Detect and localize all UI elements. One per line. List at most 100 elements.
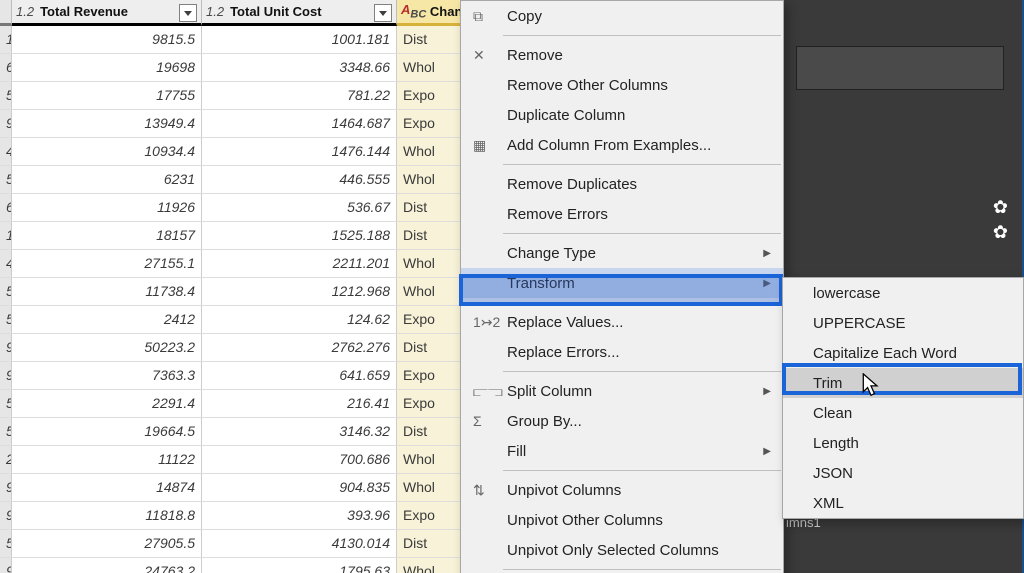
table-row[interactable]: 913949.41464.687Expo <box>0 110 461 138</box>
cell-total-unit-cost[interactable]: 1525.188 <box>202 222 397 249</box>
cell-total-unit-cost[interactable]: 904.835 <box>202 474 397 501</box>
cell-total-revenue[interactable]: 17755 <box>12 82 202 109</box>
cell-total-revenue[interactable]: 2291.4 <box>12 390 202 417</box>
submenu-lowercase[interactable]: lowercase <box>783 278 1023 308</box>
cell-channel[interactable]: Expo <box>397 110 461 137</box>
cell-channel[interactable]: Dist <box>397 222 461 249</box>
table-row[interactable]: 6196983348.66Whol <box>0 54 461 82</box>
menu-unpivot-columns[interactable]: ⇅Unpivot Columns <box>461 475 783 505</box>
filter-dropdown-icon[interactable] <box>374 4 392 22</box>
cell-total-unit-cost[interactable]: 536.67 <box>202 194 397 221</box>
table-row[interactable]: 950223.22762.276Dist <box>0 334 461 362</box>
menu-remove-errors[interactable]: Remove Errors <box>461 199 783 229</box>
cell-total-revenue[interactable]: 11818.8 <box>12 502 202 529</box>
cell-total-unit-cost[interactable]: 393.96 <box>202 502 397 529</box>
menu-remove[interactable]: ✕Remove <box>461 40 783 70</box>
cell-channel[interactable]: Dist <box>397 530 461 557</box>
table-row[interactable]: 19815.51001.181Dist <box>0 26 461 54</box>
cell-channel[interactable]: Dist <box>397 334 461 361</box>
cell-channel[interactable]: Expo <box>397 362 461 389</box>
table-row[interactable]: 914874904.835Whol <box>0 474 461 502</box>
cell-channel[interactable]: Whol <box>397 54 461 81</box>
menu-copy[interactable]: ⧉Copy <box>461 1 783 31</box>
table-row[interactable]: 611926536.67Dist <box>0 194 461 222</box>
cell-total-unit-cost[interactable]: 2211.201 <box>202 250 397 277</box>
cell-channel[interactable]: Dist <box>397 194 461 221</box>
cell-total-unit-cost[interactable]: 641.659 <box>202 362 397 389</box>
table-row[interactable]: 517755781.22Expo <box>0 82 461 110</box>
cell-channel[interactable]: Whol <box>397 558 461 573</box>
cell-total-revenue[interactable]: 11926 <box>12 194 202 221</box>
table-row[interactable]: 1181571525.188Dist <box>0 222 461 250</box>
cell-channel[interactable]: Dist <box>397 418 461 445</box>
cell-total-unit-cost[interactable]: 2762.276 <box>202 334 397 361</box>
cell-total-unit-cost[interactable]: 781.22 <box>202 82 397 109</box>
cell-total-unit-cost[interactable]: 3146.32 <box>202 418 397 445</box>
cell-total-revenue[interactable]: 27155.1 <box>12 250 202 277</box>
cell-channel[interactable]: Expo <box>397 502 461 529</box>
cell-total-revenue[interactable]: 27905.5 <box>12 530 202 557</box>
cell-channel[interactable]: Whol <box>397 446 461 473</box>
table-row[interactable]: 52291.4216.41Expo <box>0 390 461 418</box>
submenu-xml[interactable]: XML <box>783 488 1023 518</box>
column-header-channel[interactable]: ABC Chan <box>397 0 461 26</box>
submenu-trim[interactable]: Trim <box>783 368 1023 398</box>
table-row[interactable]: 52412124.62Expo <box>0 306 461 334</box>
cell-channel[interactable]: Whol <box>397 138 461 165</box>
cell-total-unit-cost[interactable]: 124.62 <box>202 306 397 333</box>
filter-dropdown-icon[interactable] <box>179 4 197 22</box>
cell-channel[interactable]: Expo <box>397 306 461 333</box>
menu-remove-duplicates[interactable]: Remove Duplicates <box>461 169 783 199</box>
menu-replace-errors[interactable]: Replace Errors... <box>461 337 783 367</box>
cell-total-revenue[interactable]: 10934.4 <box>12 138 202 165</box>
cell-total-revenue[interactable]: 6231 <box>12 166 202 193</box>
column-header-total-unit-cost[interactable]: 1.2 Total Unit Cost <box>202 0 397 26</box>
menu-duplicate-column[interactable]: Duplicate Column <box>461 100 783 130</box>
cell-total-revenue[interactable]: 19698 <box>12 54 202 81</box>
table-row[interactable]: 519664.53146.32Dist <box>0 418 461 446</box>
submenu-uppercase[interactable]: UPPERCASE <box>783 308 1023 338</box>
gear-icon[interactable]: ✿ <box>993 222 1008 243</box>
cell-total-revenue[interactable]: 7363.3 <box>12 362 202 389</box>
cell-total-revenue[interactable]: 2412 <box>12 306 202 333</box>
menu-remove-other-columns[interactable]: Remove Other Columns <box>461 70 783 100</box>
cell-total-unit-cost[interactable]: 1464.687 <box>202 110 397 137</box>
menu-split-column[interactable]: ⫍⫎Split Column <box>461 376 783 406</box>
menu-add-column-from-examples[interactable]: ▦Add Column From Examples... <box>461 130 783 160</box>
submenu-capitalize-each-word[interactable]: Capitalize Each Word <box>783 338 1023 368</box>
cell-total-unit-cost[interactable]: 3348.66 <box>202 54 397 81</box>
cell-total-revenue[interactable]: 11738.4 <box>12 278 202 305</box>
cell-channel[interactable]: Expo <box>397 390 461 417</box>
submenu-length[interactable]: Length <box>783 428 1023 458</box>
table-row[interactable]: 911818.8393.96Expo <box>0 502 461 530</box>
menu-fill[interactable]: Fill <box>461 436 783 466</box>
cell-channel[interactable]: Whol <box>397 278 461 305</box>
table-row[interactable]: 56231446.555Whol <box>0 166 461 194</box>
menu-transform[interactable]: Transform <box>461 268 783 298</box>
menu-change-type[interactable]: Change Type <box>461 238 783 268</box>
cell-channel[interactable]: Whol <box>397 166 461 193</box>
cell-total-unit-cost[interactable]: 1476.144 <box>202 138 397 165</box>
cell-total-revenue[interactable]: 13949.4 <box>12 110 202 137</box>
cell-total-revenue[interactable]: 50223.2 <box>12 334 202 361</box>
column-header-total-revenue[interactable]: 1.2 Total Revenue <box>12 0 202 26</box>
table-row[interactable]: 527905.54130.014Dist <box>0 530 461 558</box>
cell-total-unit-cost[interactable]: 4130.014 <box>202 530 397 557</box>
cell-channel[interactable]: Expo <box>397 82 461 109</box>
cell-total-unit-cost[interactable]: 700.686 <box>202 446 397 473</box>
cell-total-unit-cost[interactable]: 1001.181 <box>202 26 397 53</box>
table-row[interactable]: 97363.3641.659Expo <box>0 362 461 390</box>
cell-channel[interactable]: Whol <box>397 250 461 277</box>
menu-group-by[interactable]: ΣGroup By... <box>461 406 783 436</box>
table-row[interactable]: 511738.41212.968Whol <box>0 278 461 306</box>
table-row[interactable]: 924763.21795.63Whol <box>0 558 461 573</box>
cell-total-unit-cost[interactable]: 446.555 <box>202 166 397 193</box>
grid-body[interactable]: 19815.51001.181Dist6196983348.66Whol5177… <box>0 26 461 573</box>
table-row[interactable]: 410934.41476.144Whol <box>0 138 461 166</box>
table-row[interactable]: 211122700.686Whol <box>0 446 461 474</box>
cell-channel[interactable]: Whol <box>397 474 461 501</box>
cell-total-revenue[interactable]: 24763.2 <box>12 558 202 573</box>
cell-total-unit-cost[interactable]: 1212.968 <box>202 278 397 305</box>
menu-unpivot-other-columns[interactable]: Unpivot Other Columns <box>461 505 783 535</box>
gear-icon[interactable]: ✿ <box>993 197 1008 218</box>
